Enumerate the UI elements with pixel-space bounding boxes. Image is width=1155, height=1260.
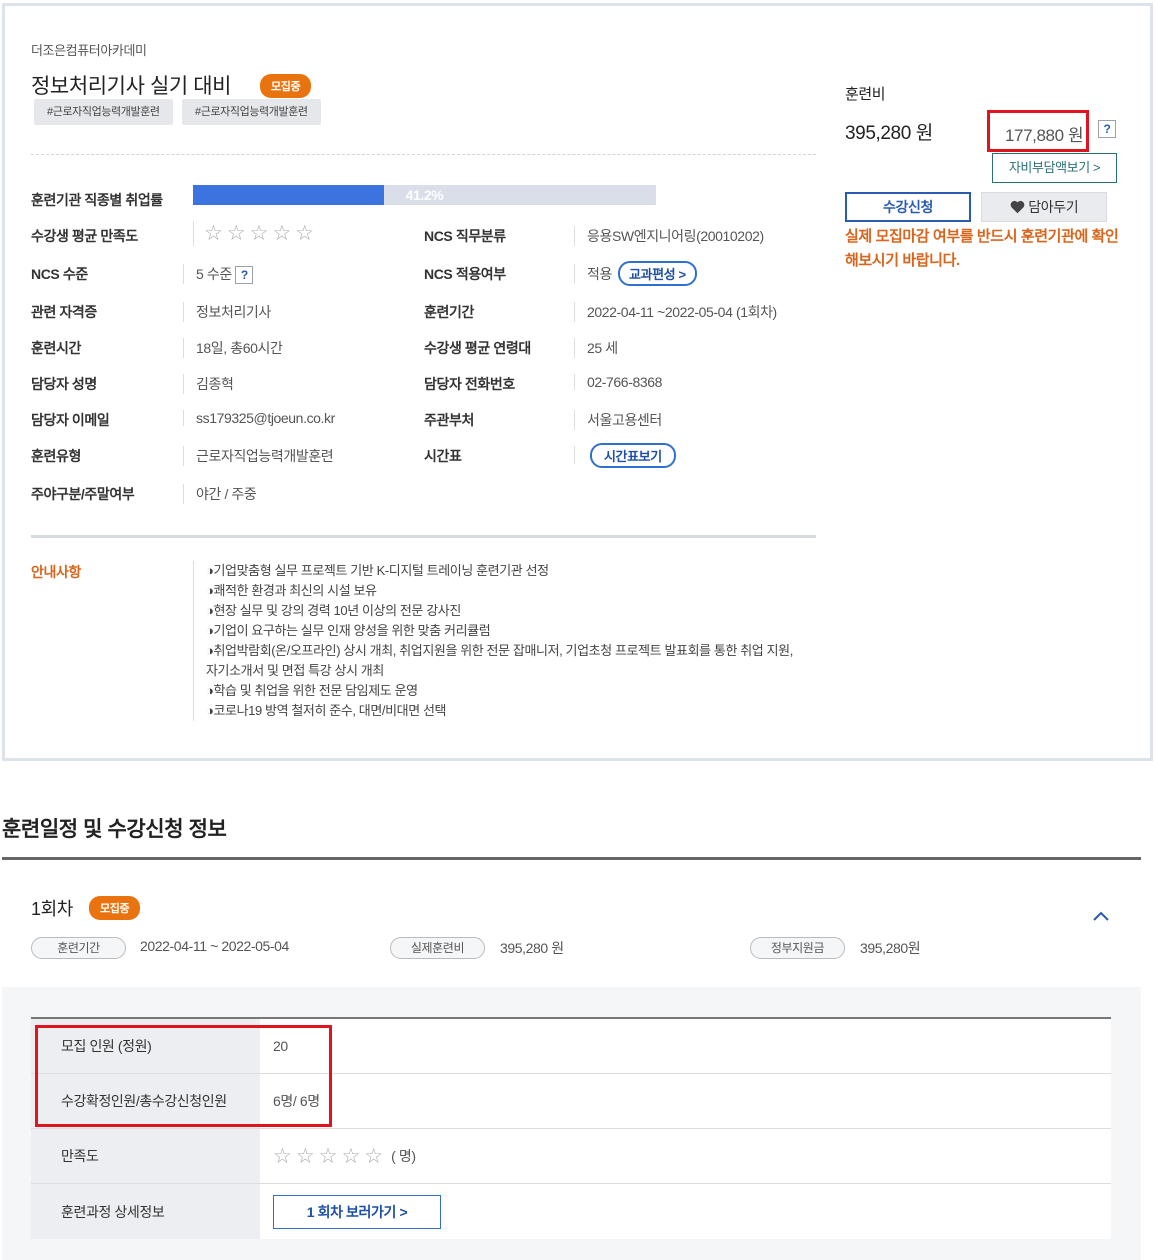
ncs-level-value: 5 수준 ? xyxy=(183,264,254,285)
wish-label: 담아두기 xyxy=(1028,199,1079,215)
age-label: 수강생 평균 연령대 xyxy=(424,340,531,356)
timetable-label: 시간표 xyxy=(424,448,462,464)
tag-chip[interactable]: #근로자직업능력개발훈련 xyxy=(34,99,173,125)
fee-self-pay: 177,880 원 xyxy=(1005,126,1084,145)
apply-button[interactable]: 수강신청 xyxy=(845,192,971,222)
enroll-value: 6명/ 6명 xyxy=(260,1074,1111,1128)
gov-chip: 정부지원금 xyxy=(750,937,845,959)
hours-value: 18일, 총60시간 xyxy=(183,338,283,358)
fee-full: 395,280 원 xyxy=(845,123,933,144)
detail-label: 훈련과정 상세정보 xyxy=(31,1184,260,1239)
notice-item: ◑기업맞춤형 실무 프로젝트 기반 K-디지털 트레이닝 훈련기관 선정 xyxy=(206,563,549,578)
capacity-value: 20 xyxy=(260,1019,1111,1073)
manager-value: 김종혁 xyxy=(183,374,234,394)
notice-item: ◑학습 및 취업을 위한 전문 담임제도 운영 xyxy=(206,683,418,698)
help-icon[interactable]: ? xyxy=(1098,120,1116,138)
fee-chip: 실제훈련비 xyxy=(390,937,485,959)
satisfaction-row-value: ☆☆☆☆☆ ( 명) xyxy=(260,1129,1111,1183)
period-value: 2022-04-11 ~2022-05-04 (1회차) xyxy=(574,302,777,322)
dept-label: 주관부처 xyxy=(424,412,474,428)
email-value: ss179325@tjoeun.co.kr xyxy=(183,410,335,426)
chevron-up-icon[interactable] xyxy=(1092,910,1110,922)
satisfaction-stars: ☆☆☆☆☆ xyxy=(273,1144,388,1168)
round-title: 1회차 xyxy=(31,899,73,919)
cert-value: 정보처리기사 xyxy=(183,302,271,322)
manager-label: 담당자 성명 xyxy=(31,376,97,392)
status-badge: 모집중 xyxy=(89,896,141,920)
notice-item: ◑현장 실무 및 강의 경력 10년 이상의 전문 강사진 xyxy=(206,603,461,618)
phone-label: 담당자 전화번호 xyxy=(424,376,515,392)
heart-icon xyxy=(1010,200,1025,214)
ncs-apply-label: NCS 적용여부 xyxy=(424,266,506,282)
highlight-box xyxy=(35,1025,332,1127)
ncs-level-label: NCS 수준 xyxy=(31,266,88,282)
period-label: 훈련기간 xyxy=(424,304,474,320)
warning-text: 실제 모집마감 여부를 반드시 훈련기관에 확인해보시기 바랍니다. xyxy=(845,228,1119,269)
notice-item: ◑코로나19 방역 철저히 준수, 대면/비대면 선택 xyxy=(206,703,447,718)
ncs-job-value: 응용SW엔지니어링(20010202) xyxy=(574,226,764,246)
curriculum-button[interactable]: 교과편성 > xyxy=(618,261,697,286)
period-chip: 훈련기간 xyxy=(31,937,126,959)
type-label: 훈련유형 xyxy=(31,448,81,464)
ncs-job-label: NCS 직무분류 xyxy=(424,228,506,244)
cert-label: 관련 자격증 xyxy=(31,304,97,320)
employment-bar: 41.2% xyxy=(193,185,656,205)
org-name: 더조은컴퓨터아카데미 xyxy=(31,43,147,58)
help-icon[interactable]: ? xyxy=(235,266,254,285)
notice-item: ◑쾌적한 환경과 최신의 시설 보유 xyxy=(206,583,377,598)
wish-button[interactable]: 담아두기 xyxy=(981,192,1107,222)
dept-value: 서울고용센터 xyxy=(574,410,662,430)
fee-value: 395,280 원 xyxy=(500,940,564,956)
gov-value: 395,280원 xyxy=(860,940,921,956)
ncs-apply-value: 적용 xyxy=(574,264,612,284)
tag-chip[interactable]: #근로자직업능력개발훈련 xyxy=(182,99,321,125)
divider xyxy=(31,154,816,155)
email-label: 담당자 이메일 xyxy=(31,412,110,428)
table-row: 만족도 ☆☆☆☆☆ ( 명) xyxy=(31,1129,1111,1184)
period-value: 2022-04-11 ~ 2022-05-04 xyxy=(140,938,289,954)
notice-item: 자기소개서 및 면접 특강 상시 개최 xyxy=(206,663,384,678)
satisfaction-row-label: 만족도 xyxy=(31,1129,260,1183)
table-row: 훈련과정 상세정보 1 회차 보러가기 > xyxy=(31,1184,1111,1239)
fee-label: 훈련비 xyxy=(845,86,886,103)
notice-item: ◑취업박람회(온/오프라인) 상시 개최, 취업지원을 위한 전문 잡매니저, … xyxy=(206,643,793,658)
phone-value: 02-766-8368 xyxy=(574,374,662,390)
timetable-button[interactable]: 시간표보기 xyxy=(590,443,676,468)
satisfaction-label: 수강생 평균 만족도 xyxy=(31,228,138,244)
notice-label: 안내사항 xyxy=(31,564,81,580)
ncs-level-text: 5 수준 xyxy=(196,266,232,282)
satisfaction-count: ( 명) xyxy=(391,1148,416,1164)
employment-label: 훈련기관 직종별 취업률 xyxy=(31,192,163,208)
status-badge: 모집중 xyxy=(260,74,312,98)
satisfaction-stars: ☆☆☆☆☆ xyxy=(193,221,318,246)
daynight-label: 주야구분/주말여부 xyxy=(31,486,135,502)
section-title: 훈련일정 및 수강신청 정보 xyxy=(2,818,227,841)
notice-list: ◑기업맞춤형 실무 프로젝트 기반 K-디지털 트레이닝 훈련기관 선정 ◑쾌적… xyxy=(193,561,823,721)
notice-item: ◑기업이 요구하는 실무 인재 양성을 위한 맞춤 커리큘럼 xyxy=(206,623,491,638)
daynight-value: 야간 / 주중 xyxy=(183,484,257,504)
section-divider xyxy=(2,857,1141,860)
hours-label: 훈련시간 xyxy=(31,340,81,356)
timetable-sep xyxy=(574,446,587,464)
self-pay-button[interactable]: 자비부담액보기 > xyxy=(992,153,1117,183)
type-value: 근로자직업능력개발훈련 xyxy=(183,446,334,466)
age-value: 25 세 xyxy=(574,338,618,358)
divider xyxy=(31,535,816,538)
course-title: 정보처리기사 실기 대비 xyxy=(31,75,232,98)
detail-value: 1 회차 보러가기 > xyxy=(260,1184,1111,1239)
round-detail-button[interactable]: 1 회차 보러가기 > xyxy=(273,1194,441,1229)
employment-rate: 41.2% xyxy=(405,187,444,203)
